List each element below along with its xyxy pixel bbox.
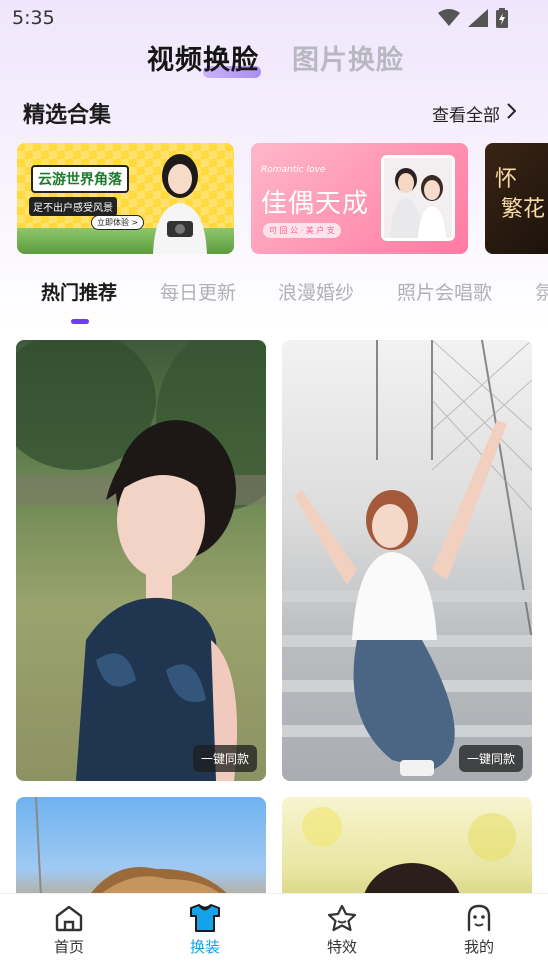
nav-profile-label: 我的	[463, 938, 494, 956]
battery-icon	[496, 8, 508, 32]
banner-romantic-subtitle: Romantic love	[261, 165, 326, 175]
nav-home[interactable]: 首页	[24, 904, 114, 957]
template-card-1-image	[16, 340, 266, 781]
wifi-icon	[438, 9, 460, 31]
nav-profile[interactable]: 我的	[434, 904, 524, 957]
category-tab-hot[interactable]: 热门推荐	[41, 278, 117, 305]
category-tab-wedding[interactable]: 浪漫婚纱	[278, 278, 354, 305]
category-active-indicator	[71, 319, 89, 324]
category-tab-more[interactable]: 氛	[535, 278, 548, 305]
status-bar: 5:35	[0, 0, 548, 36]
view-all-link[interactable]: 查看全部	[432, 101, 517, 126]
banner-romantic-photo	[381, 155, 455, 241]
banner-travel[interactable]: 云游世界角落 足不出户感受风景 立即体验 >	[17, 143, 234, 254]
template-card-1[interactable]: 一键同款	[16, 340, 266, 781]
banner-travel-title: 云游世界角落	[31, 165, 129, 193]
banner-travel-button: 立即体验 >	[91, 215, 145, 230]
bottom-navigation: 首页 换装 特效 我的	[0, 893, 548, 974]
same-style-button[interactable]: 一键同款	[458, 745, 523, 772]
nav-effects-label: 特效	[326, 938, 357, 956]
nav-dressup[interactable]: 换装	[160, 904, 250, 957]
same-style-button[interactable]: 一键同款	[192, 745, 257, 772]
banner-blossom-line1: 怀	[495, 167, 518, 192]
home-icon	[24, 904, 114, 932]
banner-romantic-title: 佳偶天成	[261, 189, 370, 219]
template-card-2-image	[282, 340, 532, 776]
star-icon	[297, 904, 387, 932]
banner-blossom-line2: 繁花	[501, 197, 546, 222]
featured-title: 精选合集	[23, 103, 112, 128]
status-time: 5:35	[12, 7, 55, 29]
category-tab-daily[interactable]: 每日更新	[160, 278, 236, 305]
view-all-label: 查看全部	[432, 106, 500, 126]
nav-dressup-label: 换装	[189, 938, 220, 956]
signal-icon	[468, 9, 488, 31]
template-card-2[interactable]: 一键同款	[282, 340, 532, 781]
nav-effects[interactable]: 特效	[297, 904, 387, 957]
profile-icon	[434, 904, 524, 932]
banner-travel-person-image	[153, 154, 207, 254]
chevron-right-icon	[506, 103, 517, 124]
banner-romantic[interactable]: Romantic love 佳偶天成 可 囧 公 · 美 户 支	[251, 143, 468, 254]
shirt-icon	[160, 904, 250, 932]
banner-romantic-tag: 可 囧 公 · 美 户 支	[263, 223, 341, 238]
banner-travel-subtitle: 足不出户感受风景	[29, 197, 117, 216]
nav-home-label: 首页	[53, 938, 84, 956]
banner-blossom[interactable]: 怀 繁花	[485, 143, 548, 254]
category-tab-singing-photo[interactable]: 照片会唱歌	[397, 278, 492, 305]
tab-video-face-swap[interactable]: 视频换脸	[147, 38, 259, 77]
tab-image-face-swap[interactable]: 图片换脸	[292, 38, 404, 77]
